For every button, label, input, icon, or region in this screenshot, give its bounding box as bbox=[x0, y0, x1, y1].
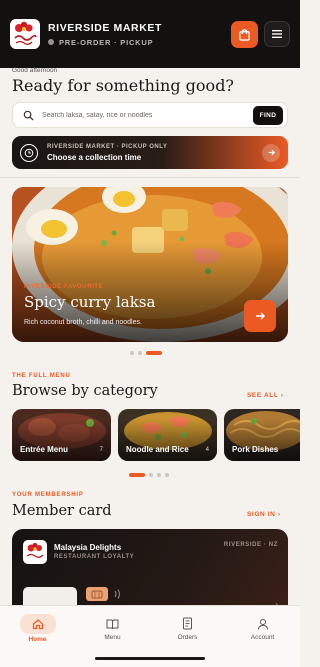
page-dot[interactable] bbox=[138, 351, 142, 355]
featured-dish-card[interactable]: RIVERSIDE FAVOURITE Spicy curry laksa Ri… bbox=[12, 187, 288, 342]
contactless-icon bbox=[114, 589, 120, 599]
tab-label: Account bbox=[250, 633, 275, 641]
category-count: 7 bbox=[99, 447, 103, 453]
member-card-title: Member card bbox=[12, 503, 112, 519]
tab-orders[interactable]: Orders bbox=[150, 606, 225, 650]
category-count: 4 bbox=[205, 447, 209, 453]
tab-home[interactable]: Home bbox=[0, 606, 75, 650]
dish-title: Spicy curry laksa bbox=[24, 293, 156, 311]
card-brand-name: Malaysia Delights bbox=[54, 543, 122, 552]
person-icon bbox=[257, 618, 268, 630]
page-headline: Ready for something good? bbox=[12, 76, 235, 95]
hamburger-menu-button[interactable] bbox=[264, 21, 290, 47]
chevron-right-icon: › bbox=[280, 392, 284, 399]
chevron-right-icon bbox=[262, 143, 280, 162]
category-card-pork[interactable]: Pork Dishes bbox=[224, 409, 300, 461]
section-divider bbox=[0, 177, 300, 178]
dish-description: Rich coconut broth, chilli and noodles. bbox=[24, 319, 142, 326]
category-label: Entrée Menu bbox=[20, 445, 69, 454]
browse-title: Browse by category bbox=[12, 383, 158, 399]
restaurant-logo[interactable] bbox=[10, 19, 40, 49]
tab-label: Home bbox=[28, 635, 47, 643]
book-icon bbox=[106, 619, 119, 629]
dish-eyebrow: RIVERSIDE FAVOURITE bbox=[24, 284, 104, 290]
find-button[interactable]: FIND bbox=[253, 105, 283, 125]
search-input[interactable] bbox=[42, 111, 253, 119]
arrow-right-icon bbox=[256, 312, 266, 320]
tab-label: Menu bbox=[104, 633, 121, 641]
sign-in-link[interactable]: SIGN IN › bbox=[247, 511, 281, 518]
category-pagination bbox=[129, 473, 169, 477]
search-bar: FIND bbox=[12, 102, 288, 128]
home-icon bbox=[32, 618, 43, 629]
collection-time-banner[interactable]: RIVERSIDE MARKET · PICKUP ONLY Choose a … bbox=[12, 136, 288, 169]
category-card-entree[interactable]: Entrée Menu 7 bbox=[12, 409, 111, 461]
tab-label: Orders bbox=[177, 633, 198, 641]
tab-menu[interactable]: Menu bbox=[75, 606, 150, 650]
category-label: Pork Dishes bbox=[232, 445, 279, 454]
collection-time-label: Choose a collection time bbox=[47, 152, 142, 162]
search-icon bbox=[23, 110, 34, 121]
bottom-tab-bar: Home Menu Orders Account bbox=[0, 605, 300, 650]
greeting-text: Good afternoon bbox=[12, 67, 58, 74]
order-mode: PRE-ORDER · PICKUP bbox=[59, 37, 154, 47]
system-home-indicator bbox=[0, 650, 300, 667]
shopping-bag-icon bbox=[239, 28, 250, 41]
membership-eyebrow: YOUR MEMBERSHIP bbox=[12, 492, 84, 498]
page-dot-active[interactable] bbox=[129, 473, 145, 477]
store-name: RIVERSIDE MARKET bbox=[48, 21, 163, 34]
page-dot[interactable] bbox=[130, 351, 134, 355]
card-location: RIVERSIDE · NZ bbox=[223, 542, 278, 548]
page-dot[interactable] bbox=[149, 473, 153, 477]
category-label: Noodle and Rice bbox=[126, 445, 189, 454]
hamburger-icon bbox=[272, 30, 282, 38]
app-header: RIVERSIDE MARKET PRE-ORDER · PICKUP bbox=[0, 0, 300, 68]
page-dot-active[interactable] bbox=[146, 351, 162, 355]
card-chip-icon bbox=[86, 587, 108, 601]
category-card-noodle-rice[interactable]: Noodle and Rice 4 bbox=[118, 409, 217, 461]
card-program-name: RESTAURANT LOYALTY bbox=[54, 554, 135, 560]
cart-button[interactable] bbox=[231, 20, 258, 48]
clock-icon bbox=[20, 143, 38, 162]
status-dot bbox=[48, 39, 54, 45]
card-logo bbox=[23, 540, 47, 564]
tab-account[interactable]: Account bbox=[225, 606, 300, 650]
hero-pagination bbox=[130, 351, 162, 355]
page-dot[interactable] bbox=[157, 473, 161, 477]
pickup-location: RIVERSIDE MARKET · PICKUP ONLY bbox=[47, 143, 168, 150]
see-all-link[interactable]: SEE ALL › bbox=[247, 392, 283, 399]
page-dot[interactable] bbox=[165, 473, 169, 477]
receipt-icon bbox=[183, 617, 192, 630]
chevron-right-icon: › bbox=[277, 511, 281, 518]
view-dish-button[interactable] bbox=[244, 300, 276, 332]
menu-eyebrow: THE FULL MENU bbox=[12, 373, 71, 379]
